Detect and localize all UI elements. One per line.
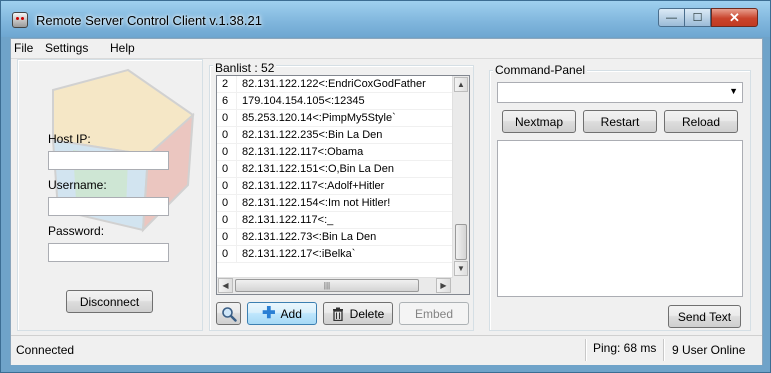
users-online-status: 9 User Online (672, 343, 746, 357)
status-bar: Connected Ping: 68 ms 9 User Online (11, 335, 762, 365)
vertical-scroll-thumb[interactable] (455, 224, 467, 260)
magnifier-icon (221, 306, 237, 322)
delete-button[interactable]: Delete (323, 302, 393, 325)
app-icon[interactable] (12, 12, 28, 28)
banlist-list[interactable]: 2 82.131.122.122<:EndriCoxGodFather 6 179.… (216, 75, 470, 295)
minimize-button[interactable]: — (658, 8, 685, 27)
banlist-horizontal-scrollbar[interactable]: ◀ ||| ▶ (217, 277, 453, 294)
chevron-down-icon: ▼ (729, 86, 738, 96)
reload-button[interactable]: Reload (664, 110, 738, 133)
list-item[interactable]: 0 85.253.120.14<:PimpMy5Style` (217, 110, 452, 127)
list-item[interactable]: 0 82.131.122.154<:Im not Hitler! (217, 195, 452, 212)
host-ip-label: Host IP: (48, 132, 91, 146)
menu-help[interactable]: Help (110, 41, 135, 55)
menu-file[interactable]: File (14, 41, 33, 55)
plus-icon: ✚ (262, 304, 276, 322)
cube-logo (51, 68, 195, 233)
delete-button-label: Delete (349, 306, 385, 321)
add-button-label: Add (280, 306, 302, 321)
scroll-right-arrow-icon[interactable]: ▶ (436, 278, 451, 293)
command-output[interactable] (497, 140, 743, 297)
command-select[interactable]: ▼ (497, 82, 743, 103)
menu-settings[interactable]: Settings (45, 41, 88, 55)
command-panel-title: Command-Panel (493, 63, 588, 77)
password-label: Password: (48, 224, 105, 238)
restart-button[interactable]: Restart (583, 110, 657, 133)
list-item[interactable]: 0 82.131.122.117<:Adolf+Hitler (217, 178, 452, 195)
list-item[interactable]: 0 82.131.122.117<:Obama (217, 144, 452, 161)
add-button[interactable]: ✚ Add (247, 302, 317, 325)
send-text-button[interactable]: Send Text (668, 305, 741, 328)
password-input[interactable] (48, 243, 169, 262)
maximize-button[interactable]: ☐ (684, 8, 711, 27)
nextmap-button[interactable]: Nextmap (502, 110, 576, 133)
app-window: Remote Server Control Client v.1.38.21 —… (0, 0, 771, 373)
list-item[interactable]: 6 179.104.154.105<:12345 (217, 93, 452, 110)
search-button[interactable] (216, 302, 241, 325)
window-title: Remote Server Control Client v.1.38.21 (36, 13, 262, 28)
scroll-left-arrow-icon[interactable]: ◀ (218, 278, 233, 293)
host-ip-input[interactable] (48, 151, 169, 170)
ping-status: Ping: 68 ms (593, 341, 657, 355)
connection-status: Connected (16, 343, 75, 357)
list-item[interactable]: 0 82.131.122.117<:_ (217, 212, 452, 229)
close-button[interactable]: ✕ (711, 8, 758, 27)
menu-bar: File Settings Help (11, 39, 762, 59)
list-item[interactable]: 0 82.131.122.73<:Bin La Den (217, 229, 452, 246)
client-area: File Settings Help Host IP: Username: Pa… (10, 38, 763, 365)
login-panel: Host IP: Username: Password: Disconnect (17, 59, 203, 331)
scroll-down-arrow-icon[interactable]: ▼ (454, 261, 468, 276)
banlist-title: Banlist : 52 (213, 61, 277, 75)
banlist-vertical-scrollbar[interactable]: ▲ ▼ (452, 76, 469, 294)
username-input[interactable] (48, 197, 169, 216)
list-item[interactable]: 0 82.131.122.151<:O,Bin La Den (217, 161, 452, 178)
trash-icon (332, 307, 343, 321)
horizontal-scroll-thumb[interactable]: ||| (235, 279, 419, 292)
username-label: Username: (48, 178, 107, 192)
list-item[interactable]: 2 82.131.122.122<:EndriCoxGodFather (217, 76, 452, 93)
title-bar[interactable]: Remote Server Control Client v.1.38.21 —… (1, 1, 770, 37)
list-item[interactable]: 0 82.131.122.235<:Bin La Den (217, 127, 452, 144)
disconnect-button[interactable]: Disconnect (66, 290, 153, 313)
list-item[interactable]: 0 82.131.122.17<:iBelka` (217, 246, 452, 263)
embed-button[interactable]: Embed (399, 302, 469, 325)
scroll-up-arrow-icon[interactable]: ▲ (454, 77, 468, 92)
